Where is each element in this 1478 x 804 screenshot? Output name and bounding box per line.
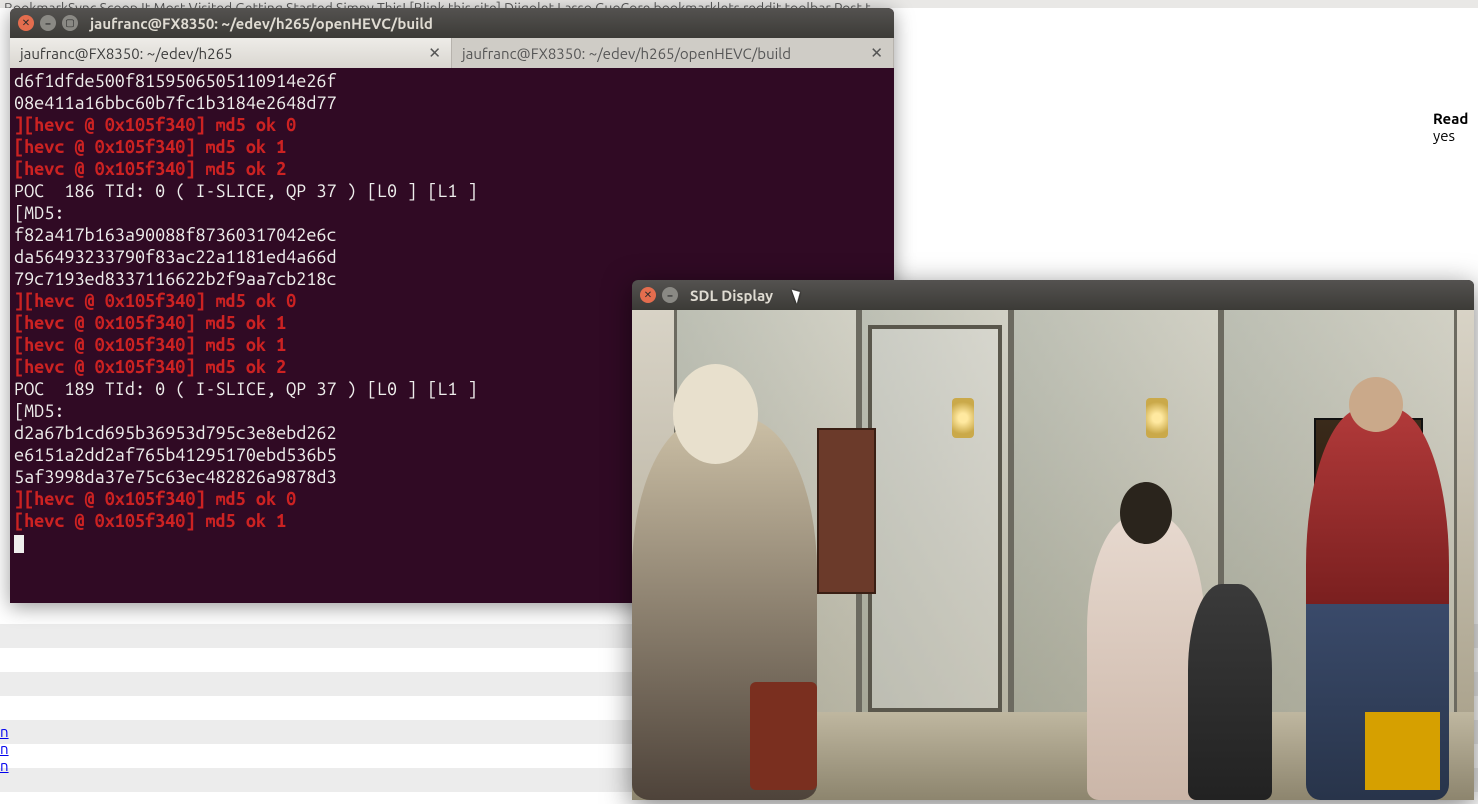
terminal-line: ][hevc @ 0x105f340] md5 ok 0 bbox=[14, 114, 890, 136]
terminal-tab-1[interactable]: jaufranc@FX8350: ~/edev/h265 ✕ bbox=[10, 38, 452, 68]
bg-table-header: Read bbox=[1433, 110, 1478, 127]
tab-close-icon[interactable]: ✕ bbox=[420, 44, 441, 62]
tab-label: jaufranc@FX8350: ~/edev/h265 bbox=[20, 45, 233, 62]
handbag bbox=[750, 682, 817, 790]
terminal-line: da56493233790f83ac22a1181ed4a66d bbox=[14, 246, 890, 268]
terminal-title: jaufranc@FX8350: ~/edev/h265/openHEVC/bu… bbox=[90, 15, 433, 32]
storefront-door bbox=[868, 325, 1003, 712]
terminal-line: POC 186 TId: 0 ( I-SLICE, QP 37 ) [L0 ] … bbox=[14, 180, 890, 202]
sdl-titlebar[interactable]: ✕ – SDL Display bbox=[632, 280, 1474, 310]
background-links: n n n bbox=[0, 723, 9, 774]
terminal-line: [MD5: bbox=[14, 202, 890, 224]
sdl-title: SDL Display bbox=[690, 287, 773, 304]
terminal-titlebar[interactable]: ✕ – ▢ jaufranc@FX8350: ~/edev/h265/openH… bbox=[10, 8, 894, 38]
tab-label: jaufranc@FX8350: ~/edev/h265/openHEVC/bu… bbox=[462, 45, 791, 62]
maximize-icon[interactable]: ▢ bbox=[62, 15, 78, 31]
terminal-line: d6f1dfde500f8159506505110914e26f bbox=[14, 70, 890, 92]
bg-link[interactable]: n bbox=[0, 723, 9, 740]
terminal-line: [hevc @ 0x105f340] md5 ok 1 bbox=[14, 136, 890, 158]
bg-table-value: yes bbox=[1433, 127, 1478, 144]
person-figure bbox=[1188, 584, 1272, 800]
minimize-icon[interactable]: – bbox=[40, 15, 56, 31]
lamp-icon bbox=[952, 398, 974, 438]
sdl-window[interactable]: ✕ – SDL Display CHOCOLAT bbox=[632, 280, 1474, 800]
terminal-line: f82a417b163a90088f87360317042e6c bbox=[14, 224, 890, 246]
lamp-icon bbox=[1146, 398, 1168, 438]
sdl-video-frame: CHOCOLAT bbox=[632, 310, 1474, 800]
shopping-bag bbox=[1365, 712, 1441, 790]
minimize-icon[interactable]: – bbox=[662, 287, 678, 303]
terminal-tabs: jaufranc@FX8350: ~/edev/h265 ✕ jaufranc@… bbox=[10, 38, 894, 68]
terminal-line: [hevc @ 0x105f340] md5 ok 2 bbox=[14, 158, 890, 180]
close-icon[interactable]: ✕ bbox=[640, 287, 656, 303]
terminal-cursor bbox=[14, 535, 24, 553]
close-icon[interactable]: ✕ bbox=[18, 15, 34, 31]
menu-board bbox=[817, 428, 876, 595]
mouse-cursor-icon bbox=[792, 287, 804, 303]
terminal-line: 08e411a16bbc60b7fc1b3184e2648d77 bbox=[14, 92, 890, 114]
terminal-tab-2[interactable]: jaufranc@FX8350: ~/edev/h265/openHEVC/bu… bbox=[452, 38, 894, 68]
bg-link[interactable]: n bbox=[0, 757, 9, 774]
browser-bookmarks-bar: BookmarkSync Scoop It Most Visited Getti… bbox=[0, 0, 1478, 8]
tab-close-icon[interactable]: ✕ bbox=[862, 44, 883, 62]
person-figure bbox=[1087, 516, 1205, 800]
background-table-fragment: Read yes bbox=[1433, 110, 1478, 144]
bg-link[interactable]: n bbox=[0, 740, 9, 757]
